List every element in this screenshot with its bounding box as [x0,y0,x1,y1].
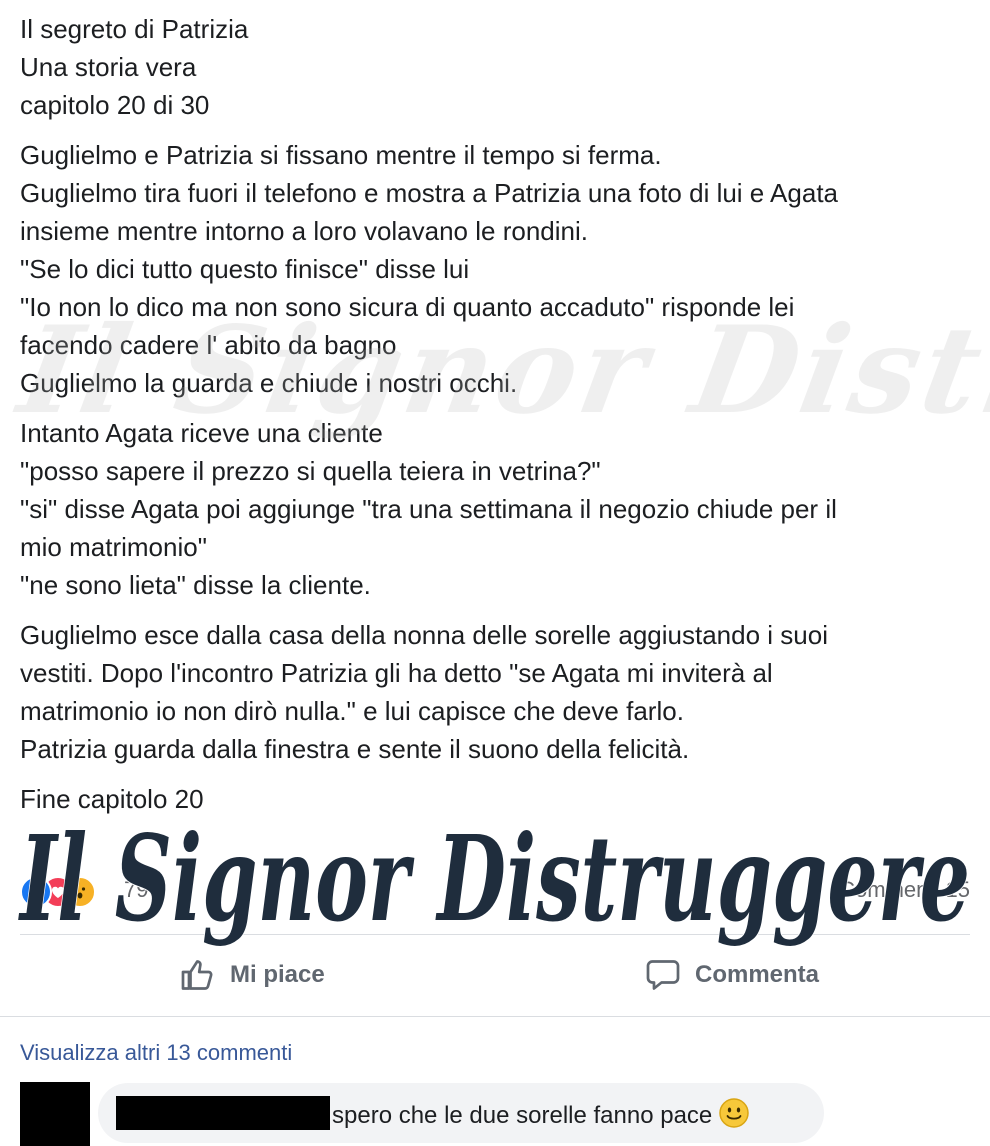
text-line: Guglielmo e Patrizia si fissano mentre i… [20,140,662,170]
text-line: Guglielmo esce dalla casa della nonna de… [20,620,828,650]
text-line: vestiti. Dopo l'incontro Patrizia gli ha… [20,658,773,688]
avatar[interactable] [20,1082,90,1146]
text-line: "Io non lo dico ma non sono sicura di qu… [20,292,795,322]
redacted-author-name [116,1096,330,1130]
comments-count[interactable]: Commenti 15 [839,877,970,903]
post-title: Il segreto di Patrizia [20,14,249,44]
reaction-count[interactable]: 79 [124,877,148,903]
like-button-label: Mi piace [230,961,325,988]
text-line: Fine capitolo 20 [20,784,204,814]
paragraph-2: Intanto Agata riceve una cliente "posso … [20,414,970,604]
like-button[interactable]: Mi piace [180,950,325,1000]
text-line: Patrizia guarda dalla finestra e sente i… [20,734,690,764]
text-line: "posso sapere il prezzo si quella teiera… [20,456,601,486]
text-line: "si" disse Agata poi aggiunge "tra una s… [20,494,837,524]
comment-bubble: spero che le due sorelle fanno pace [98,1083,824,1143]
thumbs-up-icon [181,960,213,990]
reactions-bar: 79 Commenti 15 [20,872,970,912]
smiley-emoji-icon [718,1097,750,1136]
comment-body: spero che le due sorelle fanno pace [332,1101,713,1129]
paragraph-1: Guglielmo e Patrizia si fissano mentre i… [20,136,970,402]
text-line: Intanto Agata riceve una cliente [20,418,383,448]
text-line: Guglielmo tira fuori il telefono e mostr… [20,178,838,208]
text-line: facendo cadere l' abito da bagno [20,330,397,360]
divider [20,934,970,935]
text-line: Guglielmo la guarda e chiude i nostri oc… [20,368,518,398]
speech-bubble-icon [646,960,680,990]
divider [0,1016,990,1017]
post-body: Il segreto di Patrizia Una storia vera c… [20,10,970,830]
comment-text: spero che le due sorelle fanno pace [332,1097,750,1136]
paragraph-3: Guglielmo esce dalla casa della nonna de… [20,616,970,768]
like-icon [20,876,52,908]
post-subtitle: Una storia vera [20,52,197,82]
text-line: matrimonio io non dirò nulla." e lui cap… [20,696,684,726]
text-line: "ne sono lieta" disse la cliente. [20,570,371,600]
chapter-label: capitolo 20 di 30 [20,90,210,120]
view-more-comments-link[interactable]: Visualizza altri 13 commenti [20,1040,292,1066]
comment-button[interactable]: Commenta [645,950,819,1000]
comment-button-label: Commenta [695,961,820,988]
text-line: mio matrimonio" [20,532,207,562]
chapter-end: Fine capitolo 20 [20,780,970,818]
text-line: insieme mentre intorno a loro volavano l… [20,216,588,246]
post-header: Il segreto di Patrizia Una storia vera c… [20,10,970,124]
text-line: "Se lo dici tutto questo finisce" disse … [20,254,470,284]
